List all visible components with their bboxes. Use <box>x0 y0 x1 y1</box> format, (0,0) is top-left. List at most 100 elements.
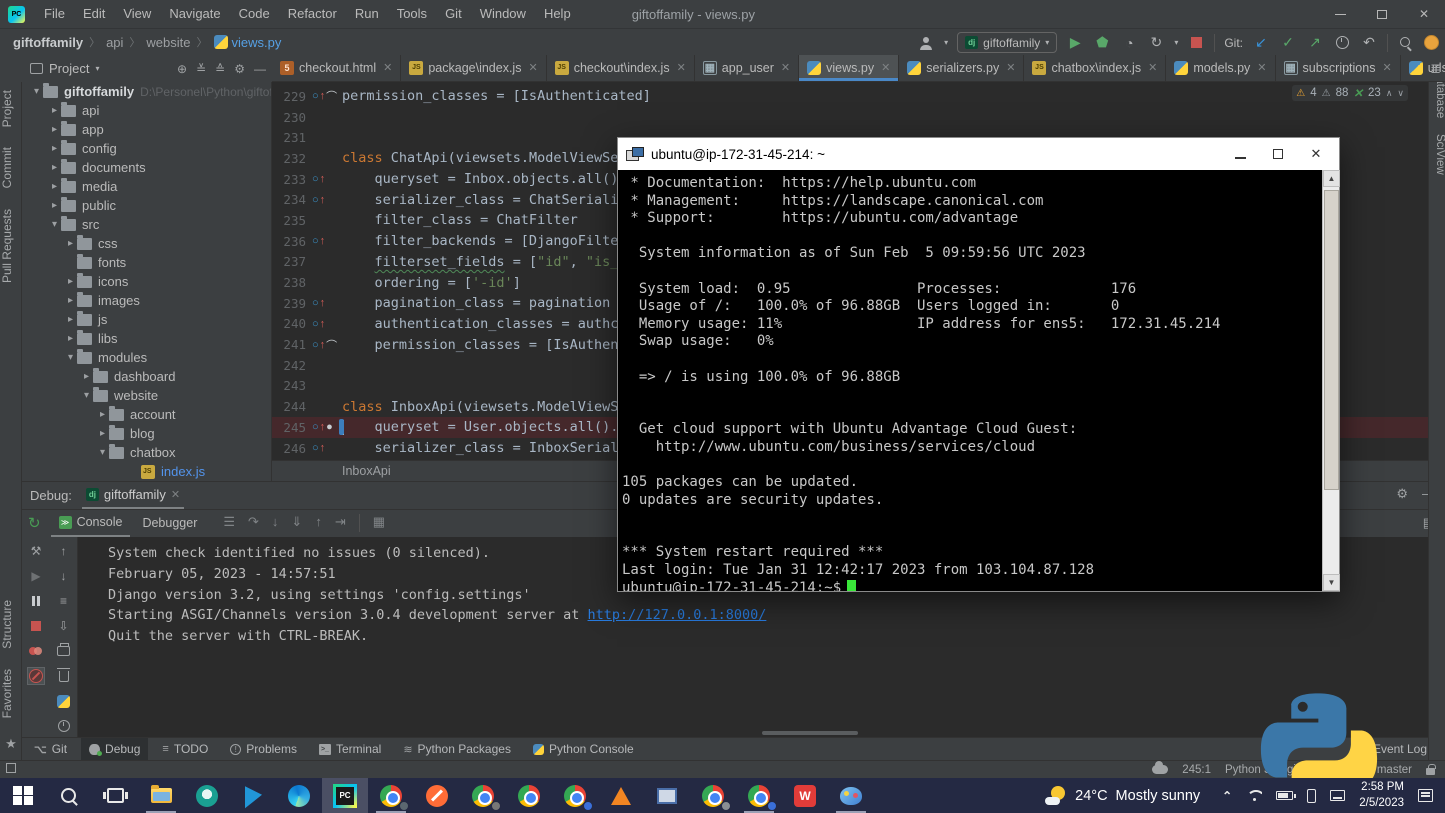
override-icon[interactable]: ○ <box>312 235 319 247</box>
tree-arrow-icon[interactable] <box>48 105 61 116</box>
avatar[interactable] <box>1424 35 1439 50</box>
python-console-icon[interactable] <box>56 693 72 709</box>
show-execution-point-icon[interactable]: ☰ <box>223 514 235 532</box>
tree-row[interactable]: dashboard <box>22 367 271 386</box>
gutter[interactable] <box>306 252 342 273</box>
gutter[interactable] <box>306 272 342 293</box>
close-icon[interactable]: ✕ <box>677 61 686 74</box>
line-number[interactable]: 233 <box>272 172 306 187</box>
hide-panel-icon[interactable]: — <box>254 62 266 76</box>
toolstrip-commit[interactable]: Commit <box>0 147 22 188</box>
override-icon[interactable]: ○ <box>312 173 319 185</box>
project-panel-header[interactable]: Project ▾ ⊕ ≚ ≙ ⚙ — <box>22 55 272 82</box>
terminal-scrollbar[interactable]: ▲ ▼ <box>1322 170 1339 591</box>
line-number[interactable]: 240 <box>272 316 306 331</box>
resume-icon[interactable]: ▶ <box>28 568 44 584</box>
soft-wrap-icon[interactable]: ≡ <box>56 593 72 609</box>
override-icon[interactable]: ○ <box>312 194 319 206</box>
gutter[interactable]: ○ ↑ ⌒ <box>306 334 342 355</box>
tree-arrow-icon[interactable] <box>48 200 61 211</box>
gutter-extra-icon[interactable]: ⌒ <box>326 88 337 104</box>
chrome-profile-icon[interactable] <box>368 778 414 813</box>
chevron-down-icon[interactable]: ▾ <box>1174 38 1178 47</box>
taskbar-clock[interactable]: 2:58 PM 2/5/2023 <box>1359 780 1404 811</box>
prev-problem-icon[interactable]: ∧ <box>1386 88 1393 99</box>
locate-file-icon[interactable]: ⊕ <box>177 62 187 76</box>
git-push-button[interactable]: ↗ <box>1306 34 1324 52</box>
terminal-maximize-button[interactable] <box>1259 147 1297 162</box>
tree-row[interactable]: index.js <box>22 462 271 481</box>
sync-cloud-icon[interactable] <box>1152 765 1168 774</box>
override-icon[interactable]: ○ <box>312 421 319 433</box>
implement-arrow-icon[interactable]: ↑ <box>320 318 326 330</box>
toolstrip-favorites[interactable]: Favorites <box>0 669 22 718</box>
start-button[interactable] <box>0 778 46 813</box>
editor-tab[interactable]: checkout.html ✕ <box>272 55 401 81</box>
tree-row[interactable]: fonts <box>22 253 271 272</box>
profiler-button[interactable]: ◔ <box>1120 34 1138 52</box>
pause-icon[interactable] <box>28 593 44 609</box>
line-number[interactable]: 234 <box>272 192 306 207</box>
postman-icon[interactable] <box>414 778 460 813</box>
touchpad-icon[interactable] <box>1330 790 1345 801</box>
window-minimize-button[interactable] <box>1319 0 1361 28</box>
menu-item[interactable]: Run <box>346 0 388 28</box>
scroll-to-end-icon[interactable]: ⇩ <box>56 618 72 634</box>
tree-row[interactable]: blog <box>22 424 271 443</box>
git-commit-button[interactable]: ✓ <box>1279 34 1297 52</box>
gutter[interactable]: ○ ↑ ● <box>306 417 342 438</box>
wifi-icon[interactable] <box>1246 790 1262 802</box>
run-configuration-select[interactable]: dj giftoffamily ▾ <box>957 32 1057 53</box>
toolwindow-git[interactable]: ⌥Git <box>26 738 75 761</box>
tab-list-icon[interactable]: ≣ <box>1430 61 1441 77</box>
wps-office-icon[interactable]: W <box>782 778 828 813</box>
close-icon[interactable]: ✕ <box>171 488 180 501</box>
close-icon[interactable]: ✕ <box>1257 61 1266 74</box>
menu-item[interactable]: Tools <box>388 0 436 28</box>
next-problem-icon[interactable]: ∨ <box>1397 88 1404 99</box>
line-number[interactable]: 242 <box>272 358 306 373</box>
editor-tab[interactable]: package\index.js ✕ <box>401 55 546 81</box>
down-stack-icon[interactable]: ↓ <box>56 568 72 584</box>
tree-row[interactable]: icons <box>22 272 271 291</box>
chrome-profile-icon[interactable] <box>552 778 598 813</box>
override-icon[interactable]: ○ <box>312 297 319 309</box>
toolwindow-todo[interactable]: ≡TODO <box>154 738 216 761</box>
run-button[interactable]: ▶ <box>1066 34 1084 52</box>
line-number[interactable]: 232 <box>272 151 306 166</box>
tree-arrow-icon[interactable] <box>48 181 61 192</box>
gutter[interactable]: ○ ↑ <box>306 169 342 190</box>
toolwindow-problems[interactable]: !Problems <box>222 738 305 761</box>
toolwindow-python-packages[interactable]: ≋Python Packages <box>395 738 519 761</box>
scroll-down-icon[interactable]: ▼ <box>1323 574 1340 591</box>
caret-position[interactable]: 245:1 <box>1182 764 1211 776</box>
override-icon[interactable]: ○ <box>312 90 319 102</box>
gutter[interactable]: ○ ↑ <box>306 189 342 210</box>
stop-icon[interactable] <box>28 618 44 634</box>
tree-row[interactable]: documents <box>22 158 271 177</box>
breadcrumb-item[interactable]: api <box>103 35 126 50</box>
menu-item[interactable]: Help <box>535 0 580 28</box>
line-number[interactable]: 241 <box>272 337 306 352</box>
terminal-minimize-button[interactable] <box>1221 147 1259 162</box>
implement-arrow-icon[interactable]: ↑ <box>320 442 326 454</box>
tree-arrow-icon[interactable] <box>80 371 93 382</box>
tree-row[interactable]: js <box>22 310 271 329</box>
paint-3d-icon[interactable] <box>828 778 874 813</box>
tree-row[interactable]: media <box>22 177 271 196</box>
menu-item[interactable]: Navigate <box>160 0 229 28</box>
weather-widget[interactable]: 24°CMostly sunny <box>1045 785 1200 807</box>
tree-arrow-icon[interactable] <box>48 143 61 154</box>
tree-row[interactable]: chatbox <box>22 443 271 462</box>
debug-session-tab[interactable]: dj giftoffamily ✕ <box>82 482 184 509</box>
tree-arrow-icon[interactable] <box>64 295 77 306</box>
git-update-button[interactable]: ↙ <box>1252 34 1270 52</box>
view-breakpoints-icon[interactable] <box>28 668 44 684</box>
code-with-me-icon[interactable] <box>917 34 935 52</box>
tree-row[interactable]: images <box>22 291 271 310</box>
tree-arrow-icon[interactable] <box>48 219 61 230</box>
gutter[interactable]: ○ ↑ <box>306 293 342 314</box>
breadcrumb-file[interactable]: views.py <box>211 35 285 50</box>
evaluate-expression-icon[interactable]: ▦ <box>373 514 385 532</box>
collapse-all-icon[interactable]: ≙ <box>215 62 225 76</box>
